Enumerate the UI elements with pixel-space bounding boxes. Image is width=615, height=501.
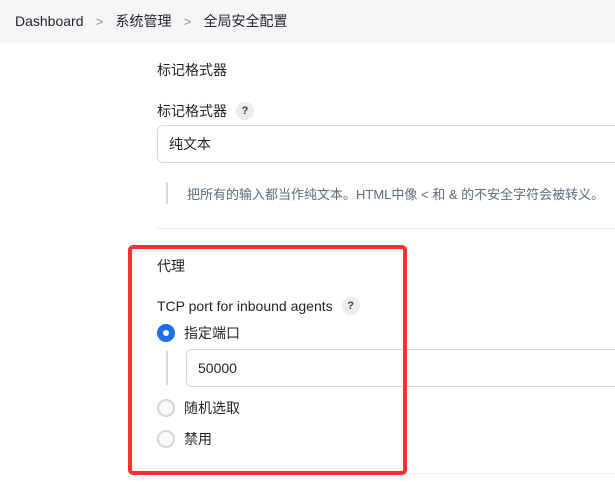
chevron-right-icon: > (183, 13, 192, 29)
breadcrumb-global-security[interactable]: 全局安全配置 (204, 11, 288, 31)
radio-unchecked-icon[interactable] (157, 430, 175, 448)
tcp-port-field-label: TCP port for inbound agents ? (157, 297, 360, 315)
section-divider (157, 473, 615, 474)
radio-unchecked-icon[interactable] (157, 399, 175, 417)
port-number-value: 50000 (198, 360, 237, 376)
radio-random-port-label: 随机选取 (184, 400, 240, 416)
radio-fixed-port[interactable]: 指定端口 (157, 323, 240, 343)
breadcrumb-system-manage[interactable]: 系统管理 (116, 11, 172, 31)
markup-formatter-field-label: 标记格式器 ? (157, 101, 254, 121)
radio-fixed-port-label: 指定端口 (184, 325, 240, 341)
nested-indicator-line (166, 351, 168, 385)
radio-checked-icon[interactable] (157, 324, 175, 342)
breadcrumb-dashboard[interactable]: Dashboard (15, 13, 84, 29)
tcp-port-label-text: TCP port for inbound agents (157, 298, 333, 314)
markup-formatter-label-text: 标记格式器 (157, 103, 227, 119)
section-divider (157, 228, 615, 229)
radio-disabled-label: 禁用 (184, 431, 212, 447)
breadcrumb: Dashboard > 系统管理 > 全局安全配置 (0, 0, 615, 42)
help-icon[interactable]: ? (236, 102, 254, 120)
radio-disabled[interactable]: 禁用 (157, 429, 212, 449)
help-icon[interactable]: ? (341, 297, 360, 315)
markup-formatter-section-title: 标记格式器 (157, 62, 227, 78)
agents-section-title: 代理 (157, 258, 185, 274)
markup-formatter-selected-value: 纯文本 (169, 136, 211, 152)
chevron-right-icon: > (95, 13, 104, 29)
markup-formatter-help-text: 把所有的输入都当作纯文本。HTML中像 < 和 & 的不安全字符会被转义。 (166, 182, 604, 204)
port-number-input[interactable]: 50000 (186, 349, 615, 387)
radio-random-port[interactable]: 随机选取 (157, 398, 240, 418)
markup-formatter-select[interactable]: 纯文本 (157, 125, 615, 163)
